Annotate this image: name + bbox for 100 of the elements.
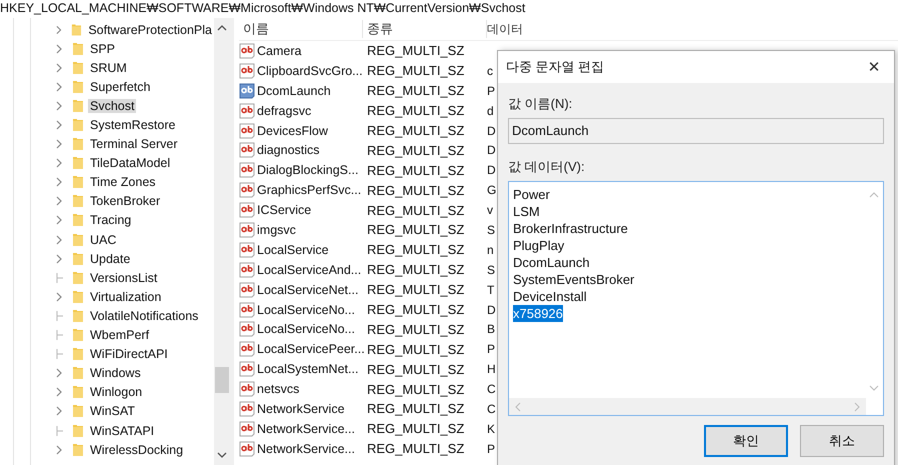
value-name[interactable]: NetworkService... (257, 442, 355, 456)
chevron-icon[interactable] (56, 24, 62, 35)
value-name[interactable]: imgsvc (257, 222, 296, 237)
tree-item[interactable]: WinSATAPI (88, 424, 156, 438)
value-data: P (487, 342, 496, 356)
tree-item[interactable]: VersionsList (88, 270, 160, 285)
value-data: c (487, 64, 493, 78)
value-name[interactable]: LocalServicePeer... (257, 342, 365, 356)
value-name[interactable]: ICService (257, 203, 312, 218)
value-name[interactable]: ClipboardSvcGro... (257, 64, 363, 78)
column-header[interactable]: 데이터 (487, 20, 523, 38)
chevron-icon[interactable] (56, 254, 63, 264)
close-button[interactable]: ✕ (854, 51, 894, 83)
chevron-icon[interactable] (56, 234, 63, 245)
chevron-icon[interactable] (56, 368, 63, 378)
value-name[interactable]: GraphicsPerfSvc... (257, 183, 362, 198)
folder-icon (72, 385, 84, 400)
value-type: REG_MULTI_SZ (366, 43, 466, 58)
tree-item[interactable]: Winlogon (88, 385, 144, 400)
value-type: REG_MULTI_SZ (366, 222, 466, 238)
value-type: REG_MULTI_SZ (366, 103, 466, 118)
scrollbar[interactable] (214, 18, 230, 465)
value-name[interactable]: LocalService (257, 242, 329, 257)
value-data: C (487, 382, 496, 396)
value-name[interactable]: diagnostics (257, 143, 320, 158)
chevron-icon[interactable] (56, 387, 63, 398)
chevron-icon[interactable] (56, 120, 63, 130)
value-name[interactable]: netsvcs (257, 382, 300, 396)
chevron-icon[interactable] (56, 292, 63, 302)
value-type: REG_MULTI_SZ (366, 162, 466, 178)
tree-item[interactable]: Virtualization (88, 290, 164, 304)
tree-item[interactable]: Superfetch (88, 80, 152, 94)
value-type: REG_MULTI_SZ (366, 282, 466, 298)
scroll-down-icon[interactable] (217, 452, 227, 458)
value-name[interactable]: DcomLaunch (257, 84, 331, 98)
value-type: REG_MULTI_SZ (366, 421, 466, 436)
chevron-icon[interactable] (56, 406, 63, 416)
scrollbar-thumb[interactable] (215, 367, 229, 393)
value-name[interactable]: DevicesFlow (257, 124, 328, 138)
tree-item[interactable]: Time Zones (88, 175, 158, 190)
folder-icon (72, 60, 84, 75)
folder-icon (72, 175, 84, 190)
cancel-button[interactable]: 취소 (800, 425, 884, 457)
scroll-up-icon[interactable] (217, 25, 227, 31)
tree-item[interactable]: SPP (88, 42, 118, 56)
value-name[interactable]: LocalServiceAnd... (257, 262, 362, 277)
value-name-field[interactable]: DcomLaunch (508, 118, 884, 144)
tree-item[interactable]: WbemPerf (88, 328, 152, 342)
column-header[interactable]: 종류 (363, 20, 487, 38)
tree-item[interactable]: Terminal Server (88, 137, 180, 152)
ok-button[interactable]: 확인 (704, 425, 788, 457)
chevron-icon[interactable] (56, 44, 63, 54)
chevron-icon[interactable] (56, 82, 63, 92)
tree-item[interactable]: SRUM (88, 60, 129, 75)
tree-item[interactable]: Update (88, 252, 132, 266)
chevron-icon[interactable] (56, 177, 63, 188)
tree-item[interactable]: WirelessDocking (88, 442, 186, 457)
value-data: D (487, 143, 496, 158)
tree-item[interactable]: TileDataModel (88, 156, 172, 170)
chevron-icon[interactable] (56, 139, 63, 150)
folder-icon (71, 22, 82, 37)
chevron-icon[interactable] (56, 62, 63, 73)
value-name[interactable]: LocalServiceNo... (257, 302, 355, 317)
field-label: 값 데이터(V): (508, 158, 586, 176)
folder-icon (72, 137, 84, 152)
value-name[interactable]: DialogBlockingS... (257, 163, 358, 178)
value-name[interactable]: Camera (257, 44, 302, 58)
chevron-icon[interactable] (56, 196, 63, 206)
tree-item[interactable]: UAC (88, 232, 118, 247)
folder-icon (72, 98, 84, 113)
value-name[interactable]: LocalSystemNet... (257, 362, 358, 376)
value-type: REG_MULTI_SZ (366, 123, 466, 138)
value-type: REG_MULTI_SZ (366, 142, 466, 158)
chevron-icon[interactable] (56, 215, 63, 226)
tree-item[interactable]: WiFiDirectAPI (88, 347, 170, 362)
tree-item[interactable]: Svchost (88, 98, 136, 113)
tree-item[interactable]: WinSAT (88, 404, 137, 418)
value-type: REG_MULTI_SZ (366, 242, 466, 258)
value-name[interactable]: NetworkService (257, 402, 345, 416)
value-name[interactable]: LocalServiceNo... (257, 322, 355, 336)
value-data: D (487, 124, 496, 138)
value-data: P (487, 442, 496, 456)
value-data: D (487, 163, 496, 178)
tree-item[interactable]: Windows (88, 366, 143, 380)
chevron-icon[interactable] (56, 444, 63, 455)
tree-item[interactable]: SoftwareProtectionPla (86, 22, 214, 37)
chevron-icon[interactable] (56, 100, 63, 111)
folder-icon (72, 252, 84, 266)
tree-item[interactable]: Tracing (88, 213, 134, 228)
tree-item[interactable]: TokenBroker (88, 194, 162, 208)
folder-icon (72, 308, 84, 323)
tree-item[interactable]: VolatileNotifications (88, 308, 200, 323)
value-name[interactable]: defragsvc (257, 104, 312, 118)
value-name[interactable]: LocalServiceNet... (257, 282, 358, 297)
address-bar[interactable]: HKEY_LOCAL_MACHINE₩SOFTWARE₩Microsoft₩Windows NT₩CurrentVersion₩Svchost (0, 0, 526, 18)
column-header[interactable]: 이름 (239, 20, 363, 38)
value-name[interactable]: NetworkService... (257, 422, 355, 436)
tree-item[interactable]: SystemRestore (88, 118, 178, 132)
chevron-icon[interactable] (56, 158, 63, 168)
value-data: S (487, 222, 496, 237)
